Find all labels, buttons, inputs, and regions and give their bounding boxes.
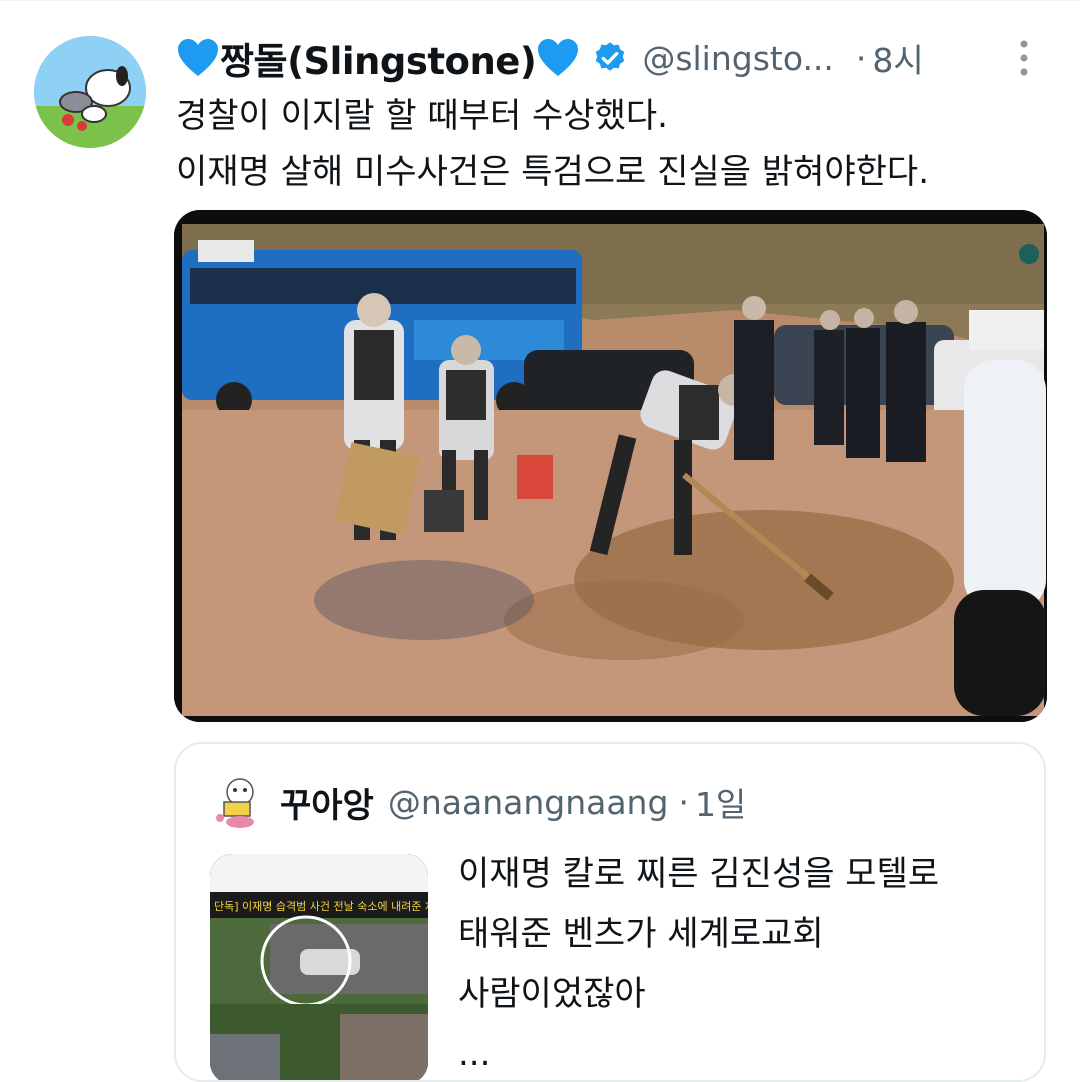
quoted-tweet-body: 이재명 칼로 찌른 김진성을 모텔로 태워준 벤츠가 세계로교회 사람이었잖아 …	[458, 844, 1038, 1080]
author-avatar[interactable]	[34, 36, 146, 148]
quoted-text-ellipsis: ...	[458, 1034, 491, 1074]
top-divider	[0, 0, 1080, 7]
tweet-header: 짱돌(Slingstone) @slingsto... · 8시	[176, 30, 1056, 86]
quoted-text-line: 사람이었잖아	[458, 974, 646, 1014]
thumbnail-caption: 단독] 이재명 습격범 사건 전날 숙소에 내려준 차	[214, 900, 428, 913]
verified-badge-icon[interactable]	[592, 40, 628, 76]
quoted-text-line: 이재명 칼로 찌른 김진성을 모텔로	[458, 854, 940, 894]
quoted-tweet-thumbnail[interactable]: 단독] 이재명 습격범 사건 전날 숙소에 내려준 차	[210, 854, 428, 1080]
tweet-timestamp[interactable]: 8시	[872, 34, 923, 82]
more-options-icon[interactable]	[1012, 38, 1036, 78]
tweet-media-image[interactable]	[174, 210, 1047, 722]
tweet-text-line: 경찰이 이지랄 할 때부터 수상했다.	[176, 96, 668, 136]
separator-dot: ·	[678, 782, 689, 822]
tweet-text-line: 이재명 살해 미수사건은 특검으로 진실을 밝혀야한다.	[176, 152, 930, 192]
tweet-body: 경찰이 이지랄 할 때부터 수상했다. 이재명 살해 미수사건은 특검으로 진실…	[176, 88, 1056, 200]
separator-dot: ·	[855, 38, 867, 78]
quoted-tweet-header: 꾸아앙 @naanangnaang · 1일	[280, 774, 746, 830]
quoted-author-handle[interactable]: @naanangnaang	[388, 783, 669, 822]
author-handle[interactable]: @slingsto...	[642, 39, 834, 78]
blue-heart-icon	[176, 38, 220, 78]
quoted-author-avatar[interactable]	[210, 774, 266, 830]
quoted-author-display-name[interactable]: 꾸아앙	[280, 778, 374, 827]
quoted-text-line: 태워준 벤츠가 세계로교회	[458, 914, 824, 954]
quoted-tweet-timestamp[interactable]: 1일	[695, 778, 746, 826]
quoted-tweet-card[interactable]: 꾸아앙 @naanangnaang · 1일 단독] 이재명 습격범 사건 전날…	[174, 742, 1046, 1082]
blue-heart-icon	[536, 38, 580, 78]
author-display-name[interactable]: 짱돌(Slingstone)	[220, 31, 537, 85]
